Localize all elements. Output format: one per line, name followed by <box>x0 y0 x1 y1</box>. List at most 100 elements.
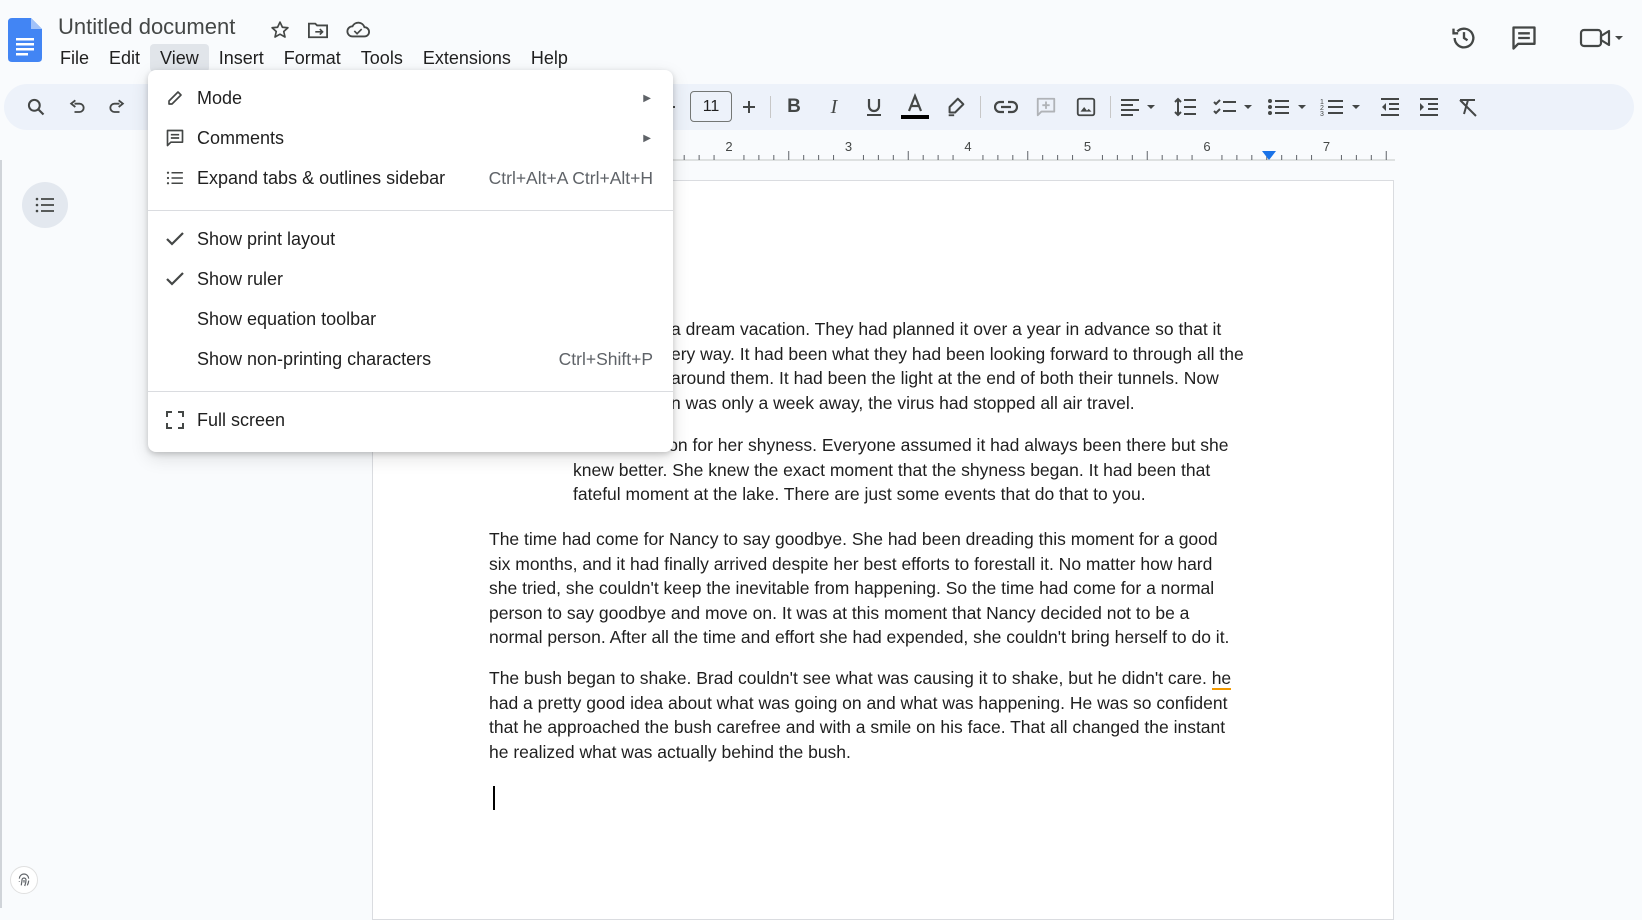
paragraph-2-line: knew better. She knew the exact moment t… <box>573 459 1211 480</box>
menu-item-label: Show equation toolbar <box>197 308 377 329</box>
decrease-indent-icon[interactable] <box>1374 91 1406 123</box>
fingerprint-icon[interactable] <box>10 866 38 894</box>
submenu-arrow-icon: ▶ <box>643 92 651 104</box>
paragraph-3: The time had come for Nancy to say goodb… <box>489 527 1229 650</box>
menu-item-comments[interactable]: Comments ▶ <box>148 120 673 156</box>
checkmark-icon <box>164 268 186 290</box>
menu-divider <box>148 391 673 392</box>
paragraph-3-line: person to say goodbye and move on. It wa… <box>489 602 1190 623</box>
ruler-number: 6 <box>1203 139 1210 154</box>
paragraph-4-text: The bush began to shake. Brad couldn't s… <box>489 668 1207 688</box>
italic-icon[interactable]: I <box>818 91 850 123</box>
version-history-icon[interactable] <box>1446 20 1482 56</box>
add-comment-icon[interactable] <box>1030 91 1062 123</box>
ruler-number: 2 <box>725 139 732 154</box>
paragraph-4-line: The bush began to shake. Brad couldn't s… <box>489 666 1232 691</box>
text-color-icon[interactable] <box>899 91 931 123</box>
cloud-saved-icon[interactable] <box>346 18 370 42</box>
line-spacing-icon[interactable] <box>1170 91 1202 123</box>
menu-item-show-print-layout[interactable]: Show print layout <box>148 221 673 257</box>
paragraph-1: a dream vacation. They had planned it ov… <box>671 317 1244 415</box>
menu-item-label: Expand tabs & outlines sidebar <box>197 167 446 188</box>
ruler-number: 4 <box>964 139 971 154</box>
paragraph-3-line: she tried, she couldn't keep the inevita… <box>489 578 1215 598</box>
paragraph-4-line: that he approached the bush carefree and… <box>489 717 1226 737</box>
clear-formatting-icon[interactable] <box>1452 91 1484 123</box>
pencil-icon <box>164 87 186 109</box>
toolbar-divider <box>770 96 771 118</box>
numbered-list-icon[interactable]: 123 <box>1318 91 1366 123</box>
paragraph-1-line: ery way. It had been what they had been … <box>671 343 1244 364</box>
menu-item-label: Show print layout <box>197 228 336 249</box>
svg-text:3: 3 <box>1320 111 1324 117</box>
align-left-icon[interactable] <box>1116 91 1162 123</box>
left-margin-border <box>0 160 2 908</box>
undo-icon[interactable] <box>61 91 93 123</box>
menu-view[interactable]: View <box>150 44 209 72</box>
comments-icon[interactable] <box>1506 20 1542 56</box>
menu-bar: File Edit View Insert Format Tools Exten… <box>50 44 578 72</box>
menu-file[interactable]: File <box>50 44 99 72</box>
bold-icon[interactable]: B <box>778 91 810 123</box>
paragraph-1-line: around them. It had been the light at th… <box>671 368 1219 388</box>
submenu-arrow-icon: ▶ <box>643 132 651 144</box>
menu-item-label: Full screen <box>197 409 286 430</box>
paragraph-4: The bush began to shake. Brad couldn't s… <box>489 666 1232 764</box>
paragraph-3-line: The time had come for Nancy to say goodb… <box>489 529 1218 549</box>
menu-item-full-screen[interactable]: Full screen <box>148 402 673 438</box>
move-folder-icon[interactable] <box>306 18 330 42</box>
highlight-color-icon[interactable] <box>940 91 972 123</box>
menu-item-label: Show ruler <box>197 268 284 289</box>
ruler[interactable]: 2 3 4 5 6 7 <box>671 138 1395 162</box>
menu-item-expand-tabs[interactable]: Expand tabs & outlines sidebar Ctrl+Alt+… <box>148 160 673 196</box>
ruler-number: 7 <box>1323 139 1330 154</box>
menu-item-show-equation-toolbar[interactable]: Show equation toolbar <box>148 301 673 337</box>
outline-icon <box>35 197 54 213</box>
outline-toggle-button[interactable] <box>22 182 68 228</box>
menu-extensions[interactable]: Extensions <box>413 44 521 72</box>
paragraph-1-line: a dream vacation. They had planned it ov… <box>671 319 1222 339</box>
increase-font-size-icon[interactable] <box>733 91 765 123</box>
menu-insert[interactable]: Insert <box>209 44 274 72</box>
text-cursor <box>493 786 495 810</box>
insert-link-icon[interactable] <box>990 91 1022 123</box>
paragraph-2-line: fateful moment at the lake. There are ju… <box>573 484 1146 504</box>
paragraph-4-line: he realized what was actually behind the… <box>489 741 851 762</box>
redo-icon[interactable] <box>101 91 133 123</box>
checkmark-icon <box>164 228 186 250</box>
menu-format[interactable]: Format <box>274 44 351 72</box>
ruler-number: 5 <box>1084 139 1091 154</box>
meet-icon[interactable] <box>1574 20 1630 56</box>
underline-icon[interactable] <box>858 91 890 123</box>
toolbar-divider <box>980 96 981 118</box>
font-size-input[interactable]: 11 <box>690 91 732 122</box>
menu-edit[interactable]: Edit <box>99 44 150 72</box>
spelling-suggestion[interactable]: he <box>1211 668 1232 690</box>
ruler-number: 3 <box>845 139 852 154</box>
bulleted-list-icon[interactable] <box>1264 91 1312 123</box>
outline-list-icon <box>164 167 186 189</box>
document-title[interactable]: Untitled document <box>58 14 235 40</box>
paragraph-3-line: normal person. After all the time and ef… <box>489 627 1230 647</box>
paragraph-1-line: n was only a week away, the virus had st… <box>671 392 1135 413</box>
insert-image-icon[interactable] <box>1070 91 1102 123</box>
star-icon[interactable] <box>268 18 292 42</box>
fullscreen-icon <box>164 409 186 431</box>
paragraph-4-line: had a pretty good idea about what was go… <box>489 692 1228 713</box>
menu-item-mode[interactable]: Mode ▶ <box>148 80 673 116</box>
search-menus-icon[interactable] <box>20 91 52 123</box>
checklist-icon[interactable] <box>1210 91 1258 123</box>
menu-item-show-non-printing[interactable]: Show non-printing characters Ctrl+Shift+… <box>148 341 673 377</box>
keyboard-shortcut: Ctrl+Shift+P <box>558 348 653 369</box>
menu-divider <box>148 210 673 211</box>
menu-item-show-ruler[interactable]: Show ruler <box>148 261 673 297</box>
docs-logo[interactable] <box>8 18 42 62</box>
menu-item-label: Comments <box>197 127 285 148</box>
menu-item-label: Mode <box>197 87 243 108</box>
menu-tools[interactable]: Tools <box>351 44 413 72</box>
menu-item-label: Show non-printing characters <box>197 348 432 369</box>
right-indent-marker[interactable] <box>1262 148 1276 166</box>
menu-help[interactable]: Help <box>521 44 578 72</box>
view-menu-dropdown: Mode ▶ Comments ▶ Expand tabs & outlines… <box>148 70 673 452</box>
increase-indent-icon[interactable] <box>1413 91 1445 123</box>
